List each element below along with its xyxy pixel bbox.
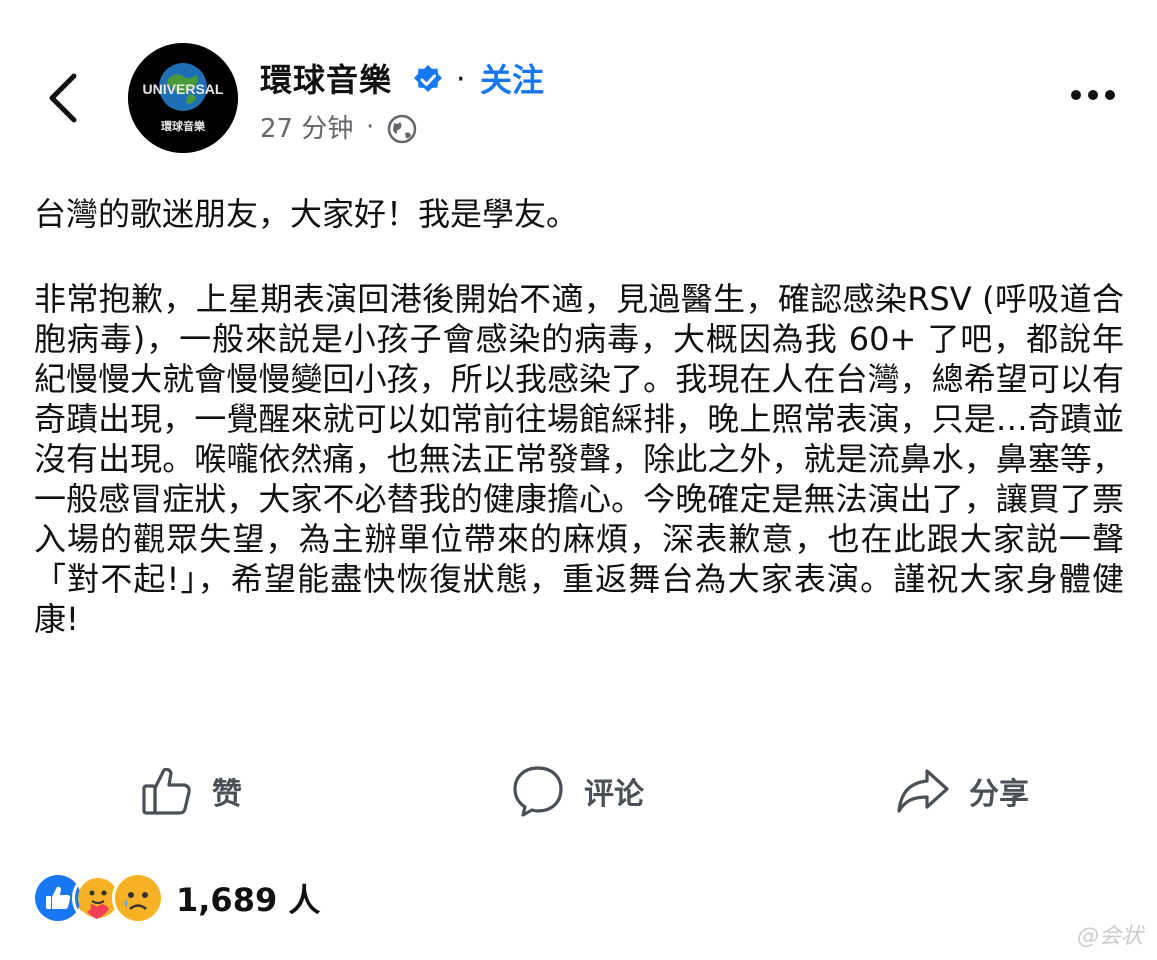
like-label: 赞 [212,777,242,812]
post-paragraph: 非常抱歉，上星期表演回港後開始不適，見過醫生，確認感染RSV (呼吸道合胞病毒)… [34,280,1124,638]
avatar-logo-subtext: 環球音樂 [161,119,206,133]
back-button[interactable] [40,68,90,128]
post-paragraph: 台灣的歌迷朋友，大家好！我是學友。 [34,195,579,233]
reaction-count[interactable]: 1,689 人 [176,875,320,921]
time-separator: · [366,112,375,142]
more-options-button[interactable] [1068,80,1118,110]
thumbs-up-icon [142,767,191,815]
sad-reaction-icon [112,872,164,924]
watermark: @会状 [1076,924,1143,949]
page-name[interactable]: 環球音樂 [260,58,392,102]
share-arrow-icon [897,769,949,813]
share-label: 分享 [969,777,1029,812]
chevron-left-icon [49,73,77,123]
more-horizontal-icon [1071,90,1115,100]
page-avatar[interactable]: UNIVERSAL 環球音樂 [128,43,238,153]
post-actions-bar: 赞 评论 分享 [0,756,1157,826]
share-button[interactable]: 分享 [895,756,1029,826]
name-separator: · [456,62,466,97]
like-button[interactable]: 赞 [140,756,242,826]
verified-badge-icon [412,64,444,96]
comment-icon [513,766,563,817]
post-body: 台灣的歌迷朋友，大家好！我是學友。 非常抱歉，上星期表演回港後開始不適，見過醫生… [34,194,1124,639]
comment-button[interactable]: 评论 [510,756,644,826]
globe-icon [386,113,418,145]
post-header: UNIVERSAL 環球音樂 環球音樂 · 关注 27 分钟 · [0,0,1157,190]
avatar-logo-text: UNIVERSAL [143,81,224,97]
reactions-summary[interactable]: 1,689 人 [32,870,320,926]
post-timestamp[interactable]: 27 分钟 [260,110,353,148]
comment-label: 评论 [584,777,644,812]
follow-button[interactable]: 关注 [480,58,544,102]
